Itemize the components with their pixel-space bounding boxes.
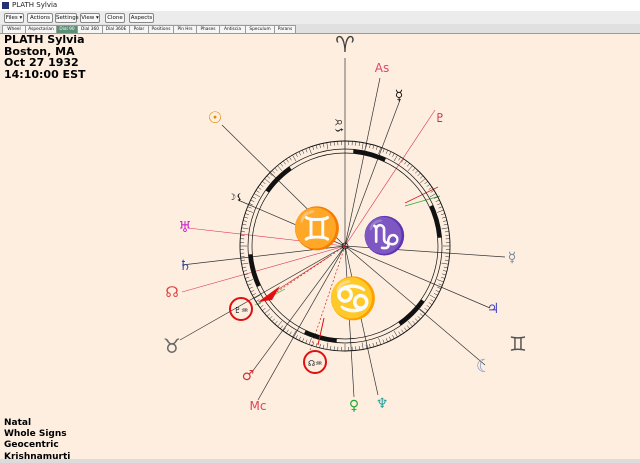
inner-cancer-glyph: ♋ <box>328 275 378 322</box>
highlight-circle-1[interactable]: ♇♒ <box>229 297 253 321</box>
sun-glyph[interactable]: ☉ <box>208 108 222 127</box>
uranus-glyph[interactable]: ♅ <box>178 218 191 236</box>
inner-gemini-glyph: ♊ <box>292 205 342 252</box>
saturn-glyph[interactable]: ♄ <box>179 258 192 274</box>
status-bar <box>0 459 640 463</box>
top-small-label: ⚸♉ <box>335 118 345 133</box>
inner-aquarius-glyph: ♑ <box>362 215 407 257</box>
taurus-glyph[interactable]: ♉ <box>163 334 181 358</box>
body-lines <box>179 58 506 401</box>
pluto-glyph[interactable]: ♇ <box>435 111 446 125</box>
north-node-glyph[interactable]: ☊ <box>165 283 178 301</box>
gemini-glyph[interactable]: ♊ <box>509 332 527 356</box>
ascendant-glyph[interactable]: As <box>375 61 389 75</box>
aries-point-glyph[interactable]: ♈ <box>335 33 355 58</box>
moon-phase-glyph[interactable]: ☾ <box>476 356 492 377</box>
mercury-glyph[interactable]: ☿ <box>395 88 404 104</box>
circled-label-2: ☊♒ <box>308 359 322 368</box>
jupiter-glyph[interactable]: ♃ <box>487 301 500 317</box>
mercury2-glyph[interactable]: ☿ <box>508 250 517 266</box>
highlight-circle-2[interactable]: ☊♒ <box>303 350 327 374</box>
left-small-label: ☽⚸ <box>228 193 243 203</box>
mars-glyph[interactable]: ♂ <box>242 368 255 384</box>
neptune-glyph[interactable]: ♆ <box>376 396 389 412</box>
venus-glyph[interactable]: ♀ <box>349 398 359 414</box>
circled-label-1: ♇♒ <box>234 306 248 315</box>
midheaven-glyph[interactable]: Mc <box>250 399 267 413</box>
dial-chart[interactable]: ♊ ♑ ♋ ⚸♉ ☽⚸ ♇♒ ☊♒ ♈ As ☿ ♇ ☉ ♅ ♄☊ ♉ ♂ Mc ♀ ♆ ♊ ♃ ☾ ☿ <box>0 0 640 459</box>
